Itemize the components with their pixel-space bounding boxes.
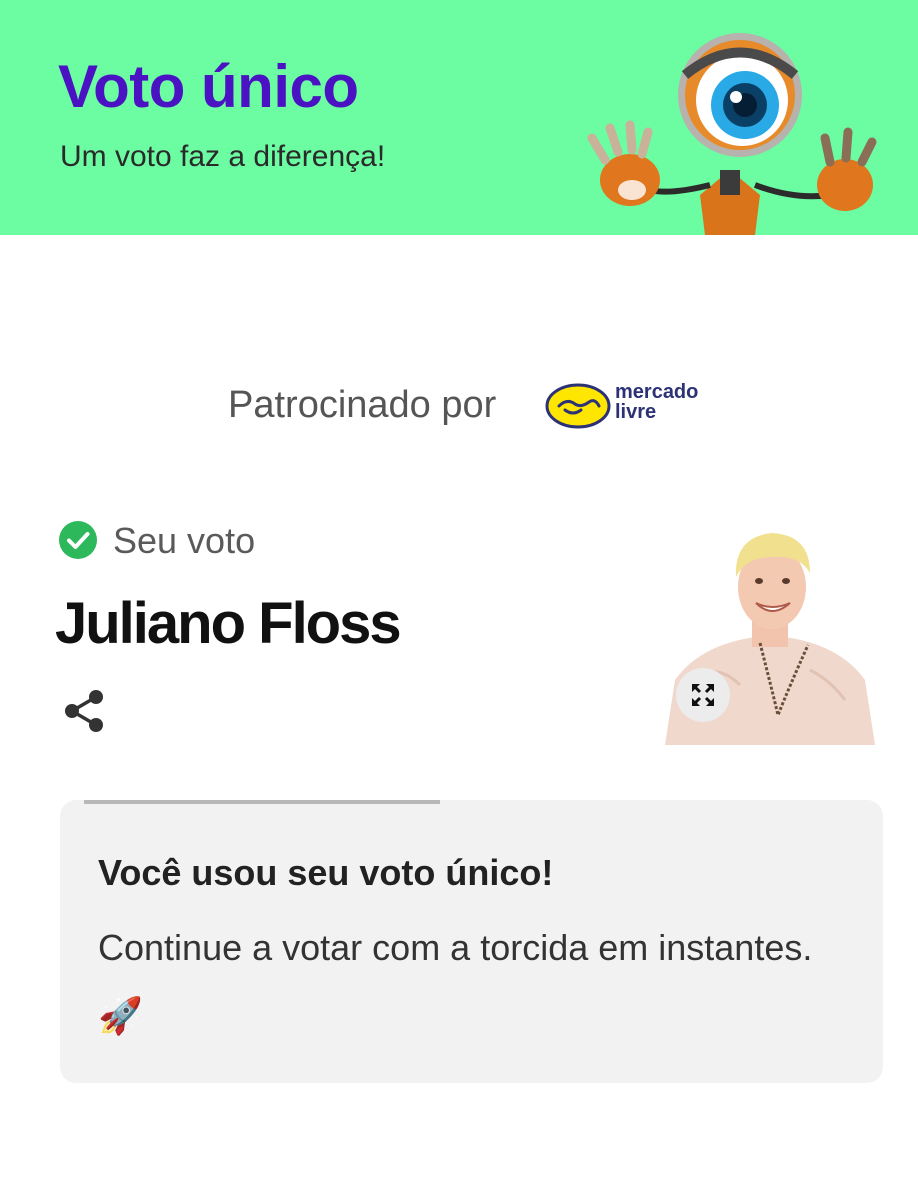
expand-button[interactable]: [676, 668, 730, 722]
sponsor-label: Patrocinado por: [228, 384, 497, 426]
notice-title: Você usou seu voto único!: [98, 852, 554, 893]
progress-bar: [84, 800, 440, 804]
sponsor-banner: Patrocinado por mercado livre: [0, 370, 918, 450]
handshake-logo-icon: [545, 383, 611, 429]
sponsor-logo-line1: mercado: [615, 381, 699, 403]
mercado-livre-logo[interactable]: mercado livre: [545, 380, 720, 432]
sponsor-logo-line2: livre: [615, 401, 657, 423]
page-header: Voto único Um voto faz a diferença!: [0, 0, 918, 235]
page-title: Voto único: [58, 53, 359, 120]
vote-section: Seu voto Juliano Floss: [0, 510, 918, 770]
expand-icon: [691, 683, 715, 707]
notice-body: Continue a votar com a torcida em instan…: [98, 927, 813, 1036]
vote-label: Seu voto: [113, 520, 256, 561]
vote-notice-card: Você usou seu voto único! Continue a vot…: [60, 800, 883, 1083]
check-circle-icon: [59, 521, 97, 559]
share-icon[interactable]: [62, 688, 106, 734]
candidate-name: Juliano Floss: [55, 591, 402, 656]
eye-mascot-icon: [587, 33, 877, 235]
page-subtitle: Um voto faz a diferença!: [60, 140, 386, 173]
